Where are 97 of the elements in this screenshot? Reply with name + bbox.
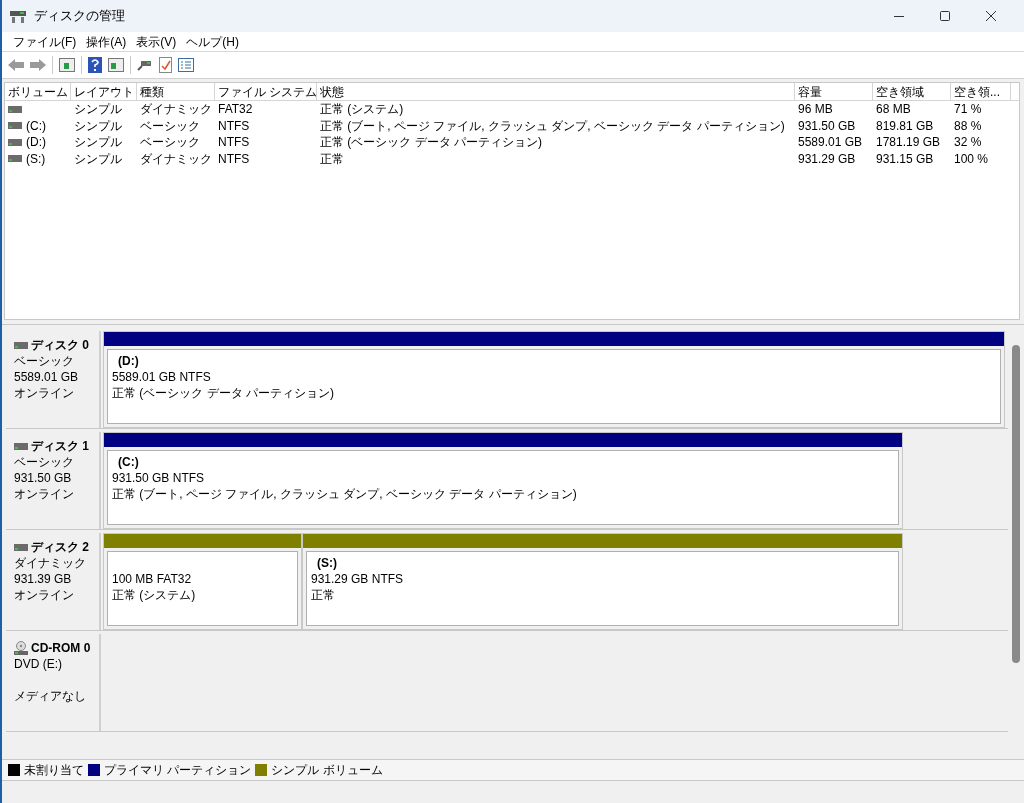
column-header[interactable]: 容量 <box>795 83 873 100</box>
disk-management-icon <box>10 9 26 23</box>
disk-status: オンライン <box>14 486 75 502</box>
partition-size: 931.29 GB NTFS <box>311 571 405 587</box>
pane-icon[interactable] <box>108 58 124 72</box>
table-cell-text: シンプル <box>74 101 122 119</box>
disk-size: 5589.01 GB <box>14 369 80 385</box>
disk-name: CD-ROM 0 <box>31 640 91 656</box>
close-icon <box>986 11 996 21</box>
window-title: ディスクの管理 <box>34 7 125 26</box>
table-cell-text: 71 % <box>954 101 982 119</box>
pane-icon[interactable] <box>59 58 75 72</box>
drive-icon <box>14 341 28 349</box>
legend-label: プライマリ パーティション <box>104 762 252 779</box>
maximize-icon <box>940 11 950 21</box>
table-cell-text: 1781.19 GB <box>876 134 941 152</box>
partition-label: (D:) <box>117 353 140 369</box>
partition-size: 100 MB FAT32 <box>112 571 193 587</box>
table-cell-text: 931.15 GB <box>876 150 934 168</box>
table-cell-text: ダイナミック <box>140 101 212 119</box>
table-cell-text: (S:) <box>26 150 46 168</box>
table-cell-text: 正常 (システム) <box>320 101 404 119</box>
partition-label: (C:) <box>117 454 140 470</box>
column-header[interactable]: レイアウト <box>71 83 137 100</box>
table-cell-text: 正常 (ベーシック データ パーティション) <box>320 134 542 152</box>
menu-item[interactable]: ヘルプ(H) <box>183 32 242 51</box>
disk-status: オンライン <box>14 385 75 401</box>
table-cell-text: シンプル <box>74 117 122 135</box>
table-cell-text: 68 MB <box>876 101 911 119</box>
menu-item[interactable]: 操作(A) <box>83 32 130 51</box>
table-cell-text: 931.50 GB <box>798 117 856 135</box>
disk-type: ダイナミック <box>14 555 87 571</box>
disk-type: ベーシック <box>14 454 75 470</box>
partition-block[interactable]: (C:) 931.50 GB NTFS 正常 (ブート, ページ ファイル, クラッシュ ダンプ, ベーシック データ パーティション) <box>103 432 903 529</box>
table-cell-text: シンプル <box>74 134 122 152</box>
drive-icon <box>14 442 28 450</box>
partition-size: 931.50 GB NTFS <box>112 470 206 486</box>
table-cell-text: 819.81 GB <box>876 117 934 135</box>
table-cell-text: 96 MB <box>798 101 833 119</box>
column-header[interactable]: ファイル システム <box>215 83 317 100</box>
partition-status: 正常 (ベーシック データ パーティション) <box>112 385 335 401</box>
disk-type: ベーシック <box>14 353 75 369</box>
partition-status: 正常 (システム) <box>112 587 197 603</box>
table-cell-text: (D:) <box>26 134 46 152</box>
disk-size: 931.50 GB <box>14 470 73 486</box>
drive-icon <box>8 105 22 113</box>
connector-icon[interactable] <box>137 59 153 71</box>
menu-item[interactable]: ファイル(F) <box>10 32 80 51</box>
menu-item[interactable]: 表示(V) <box>133 32 180 51</box>
table-cell-text: 931.29 GB <box>798 150 856 168</box>
table-cell-text: ベーシック <box>140 117 200 135</box>
drive-icon <box>8 155 22 163</box>
column-header[interactable]: 空き領... <box>951 83 1011 100</box>
disk-name: ディスク 0 <box>31 337 89 353</box>
checklist-icon[interactable] <box>159 57 172 73</box>
column-header[interactable]: 種類 <box>137 83 215 100</box>
drive-icon <box>8 138 22 146</box>
drive-icon <box>14 543 28 551</box>
table-cell-text: ダイナミック <box>140 150 212 168</box>
table-cell-text: ベーシック <box>140 134 200 152</box>
partition-block[interactable]: (S:) 931.29 GB NTFS 正常 <box>302 533 903 630</box>
back-arrow-icon[interactable] <box>8 58 24 72</box>
drive-icon <box>8 122 22 130</box>
partition-block[interactable]: 100 MB FAT32 正常 (システム) <box>103 533 302 630</box>
minimize-icon <box>894 15 904 17</box>
table-cell-text: NTFS <box>218 117 250 135</box>
properties-icon[interactable] <box>178 58 194 72</box>
table-cell-text: 5589.01 GB <box>798 134 863 152</box>
cd-drive-icon <box>14 641 28 655</box>
column-header[interactable]: 空き領域 <box>873 83 951 100</box>
disk-status: メディアなし <box>14 688 87 704</box>
partition-size: 5589.01 GB NTFS <box>112 369 212 385</box>
table-cell-text: NTFS <box>218 134 250 152</box>
table-cell-text: FAT32 <box>218 101 253 119</box>
disk-status: オンライン <box>14 587 75 603</box>
partition-status: 正常 (ブート, ページ ファイル, クラッシュ ダンプ, ベーシック データ パーティション) <box>112 486 578 502</box>
table-cell-text: シンプル <box>74 150 122 168</box>
help-icon[interactable] <box>88 57 102 73</box>
partition-block[interactable]: (D:) 5589.01 GB NTFS 正常 (ベーシック データ パーティション) <box>103 331 1005 428</box>
disk-name: ディスク 2 <box>31 539 89 555</box>
table-cell-text: (C:) <box>26 117 46 135</box>
disk-name: ディスク 1 <box>31 438 89 454</box>
partition-status: 正常 <box>311 587 336 603</box>
forward-arrow-icon[interactable] <box>30 58 46 72</box>
table-cell-text: 正常 (ブート, ページ ファイル, クラッシュ ダンプ, ベーシック データ パーティション) <box>320 117 785 135</box>
legend-label: 未割り当て <box>24 762 84 779</box>
table-cell-text: 正常 <box>320 150 344 168</box>
table-cell-text: 32 % <box>954 134 982 152</box>
disk-size: 931.39 GB <box>14 571 73 587</box>
column-header[interactable]: ボリューム <box>5 83 71 100</box>
legend-label: シンプル ボリューム <box>271 762 383 779</box>
column-header[interactable]: 状態 <box>317 83 795 100</box>
table-cell-text: 88 % <box>954 117 982 135</box>
disk-type: DVD (E:) <box>14 656 63 672</box>
partition-label: (S:) <box>316 555 338 571</box>
table-cell-text: NTFS <box>218 150 250 168</box>
table-cell-text: 100 % <box>954 150 989 168</box>
